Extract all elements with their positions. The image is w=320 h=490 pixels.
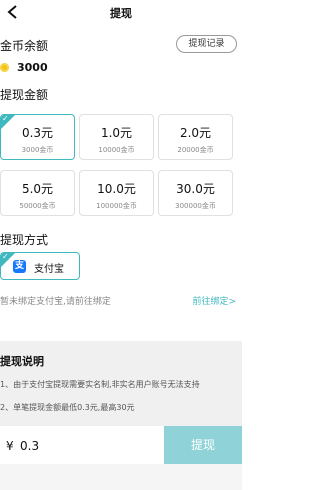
- amount-option-4[interactable]: 10.0元 100000金币: [79, 170, 154, 216]
- amount-option-5[interactable]: 30.0元 300000金币: [158, 170, 233, 216]
- note-item: 2、单笔提现金额最低0.3元,最高30元: [0, 403, 135, 412]
- amount-option-1[interactable]: 1.0元 10000金币: [79, 114, 154, 160]
- notes-title: 提现说明: [0, 355, 44, 368]
- option-coins: 100000金币: [96, 202, 137, 210]
- balance-label: 金币余额: [0, 39, 49, 53]
- amount-option-0[interactable]: ✓ 0.3元 3000金币: [0, 114, 75, 160]
- amount-option-3[interactable]: 5.0元 50000金币: [0, 170, 75, 216]
- amount-label: 提现金额: [0, 88, 49, 102]
- note-item: 1、由于支付宝提现需要实名制,非实名用户账号无法支持: [0, 380, 200, 389]
- bottom-spacer: [0, 464, 242, 490]
- check-icon: ✓: [2, 114, 9, 123]
- amount-option-2[interactable]: 2.0元 20000金币: [158, 114, 233, 160]
- withdraw-notes: 提现说明 1、由于支付宝提现需要实名制,非实名用户账号无法支持 2、单笔提现金额…: [0, 341, 242, 426]
- nav-bar: 提现: [0, 0, 242, 26]
- coin-icon: [0, 63, 9, 72]
- option-coins: 20000金币: [177, 146, 214, 154]
- check-icon: ✓: [2, 252, 9, 261]
- coin-balance-value: 3000: [17, 61, 48, 74]
- withdraw-amount: 0.3: [20, 439, 40, 453]
- go-bind-link[interactable]: 前往绑定>: [192, 294, 236, 307]
- option-value: 30.0元: [176, 182, 215, 196]
- bind-hint: 暂未绑定支付宝,请前往绑定: [0, 297, 111, 307]
- currency-symbol: ¥: [6, 439, 14, 453]
- withdraw-record-button[interactable]: 提现记录: [176, 35, 237, 53]
- bottom-bar: ¥ 0.3 提现: [0, 426, 242, 490]
- withdraw-submit-button[interactable]: 提现: [164, 426, 242, 464]
- option-coins: 3000金币: [21, 146, 54, 154]
- alipay-option[interactable]: ✓ 支 支付宝: [0, 252, 80, 280]
- method-label: 提现方式: [0, 233, 49, 247]
- option-value: 5.0元: [21, 182, 54, 196]
- alipay-icon: 支: [13, 260, 26, 273]
- page-title: 提现: [110, 7, 132, 20]
- option-value: 10.0元: [97, 182, 136, 196]
- alipay-label: 支付宝: [34, 264, 64, 275]
- option-coins: 50000金币: [19, 202, 56, 210]
- option-coins: 10000金币: [98, 146, 135, 154]
- option-value: 1.0元: [100, 126, 133, 140]
- option-value: 2.0元: [179, 126, 212, 140]
- option-coins: 300000金币: [175, 202, 216, 210]
